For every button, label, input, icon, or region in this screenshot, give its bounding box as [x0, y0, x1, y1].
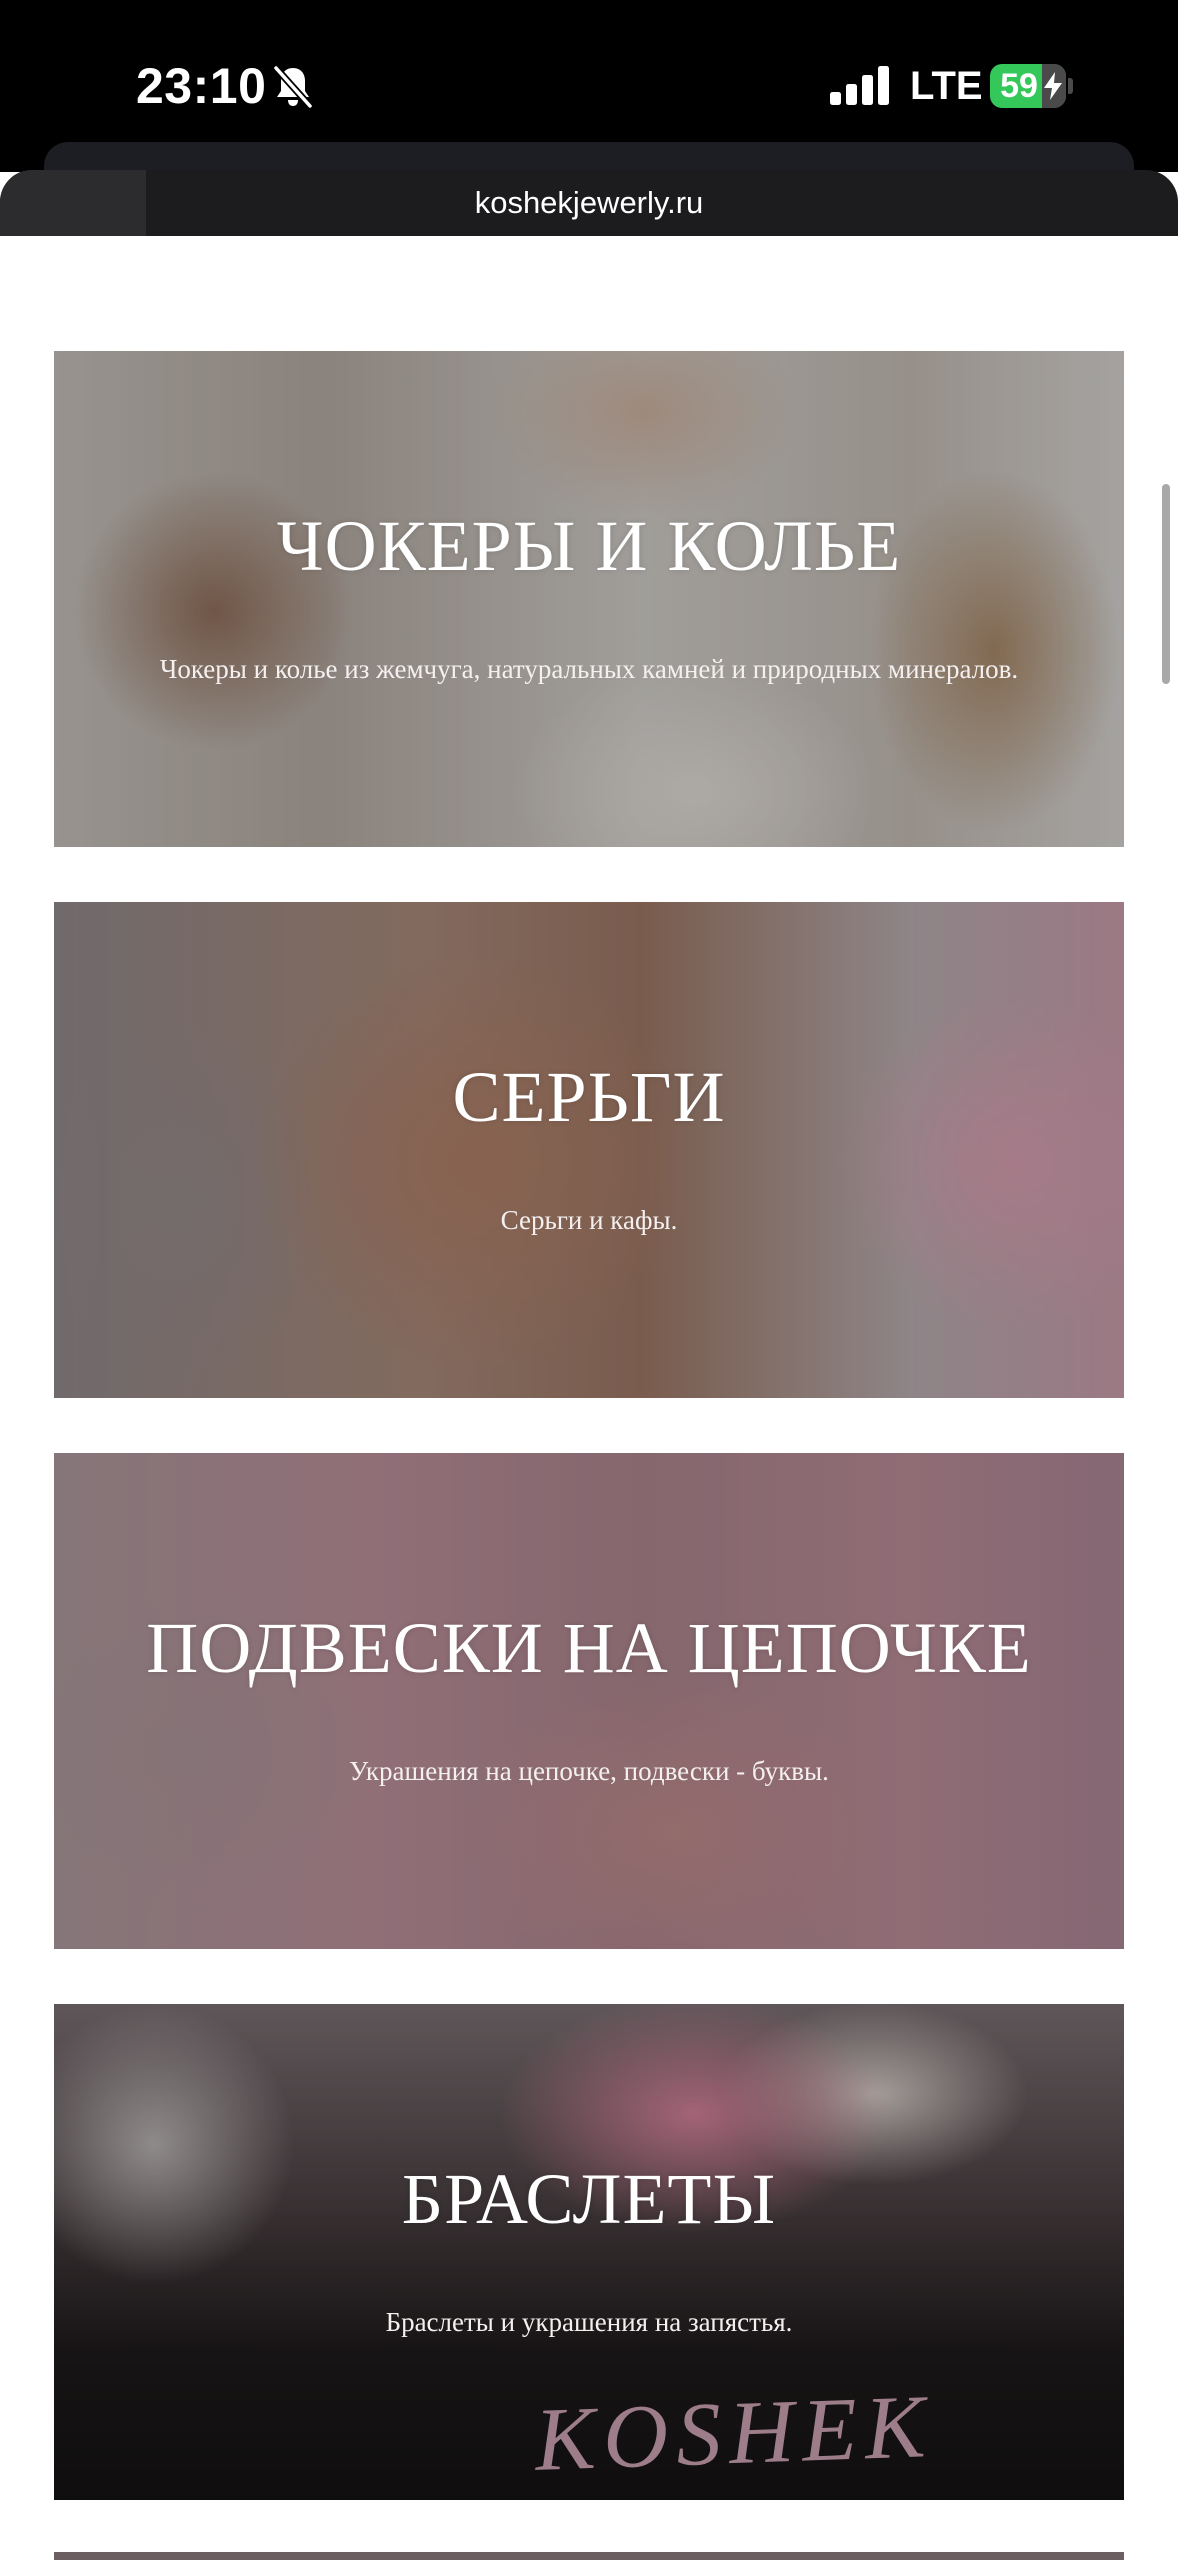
status-time: 23:10 [136, 58, 267, 114]
category-card-bracelets[interactable]: KOSHEK БРАСЛЕТЫ Браслеты и украшения на … [54, 2004, 1124, 2500]
category-title[interactable]: БРАСЛЕТЫ [54, 2154, 1124, 2244]
category-description: Серьги и кафы. [500, 1205, 678, 1235]
category-title[interactable]: СЕРЬГИ [54, 1052, 1124, 1142]
category-description: Украшения на цепочке, подвески - буквы. [349, 1756, 829, 1786]
category-description: Чокеры и колье из жемчуга, натуральных к… [159, 654, 1019, 684]
address-bar[interactable]: koshekjewerly.ru [0, 170, 1178, 236]
photo-overlay [54, 902, 1124, 1398]
category-description: Браслеты и украшения на запястья. [385, 2307, 793, 2337]
battery-percentage: 59 [1000, 67, 1038, 105]
cellular-signal-icon [830, 66, 889, 105]
network-type-label: LTE [910, 64, 983, 108]
url-text[interactable]: koshekjewerly.ru [0, 170, 1178, 236]
next-category-card-edge[interactable] [54, 2552, 1124, 2560]
category-title[interactable]: ПОДВЕСКИ НА ЦЕПОЧКЕ [54, 1603, 1124, 1693]
category-title[interactable]: ЧОКЕРЫ И КОЛЬЕ [54, 501, 1124, 591]
photo-overlay [54, 351, 1124, 847]
charging-bolt-icon [1044, 72, 1062, 100]
category-card-chokers[interactable]: ЧОКЕРЫ И КОЛЬЕ Чокеры и колье из жемчуга… [54, 351, 1124, 847]
scrollbar[interactable] [1162, 484, 1170, 684]
battery-icon: 59 [990, 64, 1066, 108]
photo-overlay [54, 2004, 1124, 2500]
battery-cap [1068, 78, 1073, 94]
photo-overlay [54, 1453, 1124, 1949]
bell-slash-icon [272, 64, 314, 110]
category-card-earrings[interactable]: СЕРЬГИ Серьги и кафы. [54, 902, 1124, 1398]
category-card-pendants[interactable]: ПОДВЕСКИ НА ЦЕПОЧКЕ Украшения на цепочке… [54, 1453, 1124, 1949]
